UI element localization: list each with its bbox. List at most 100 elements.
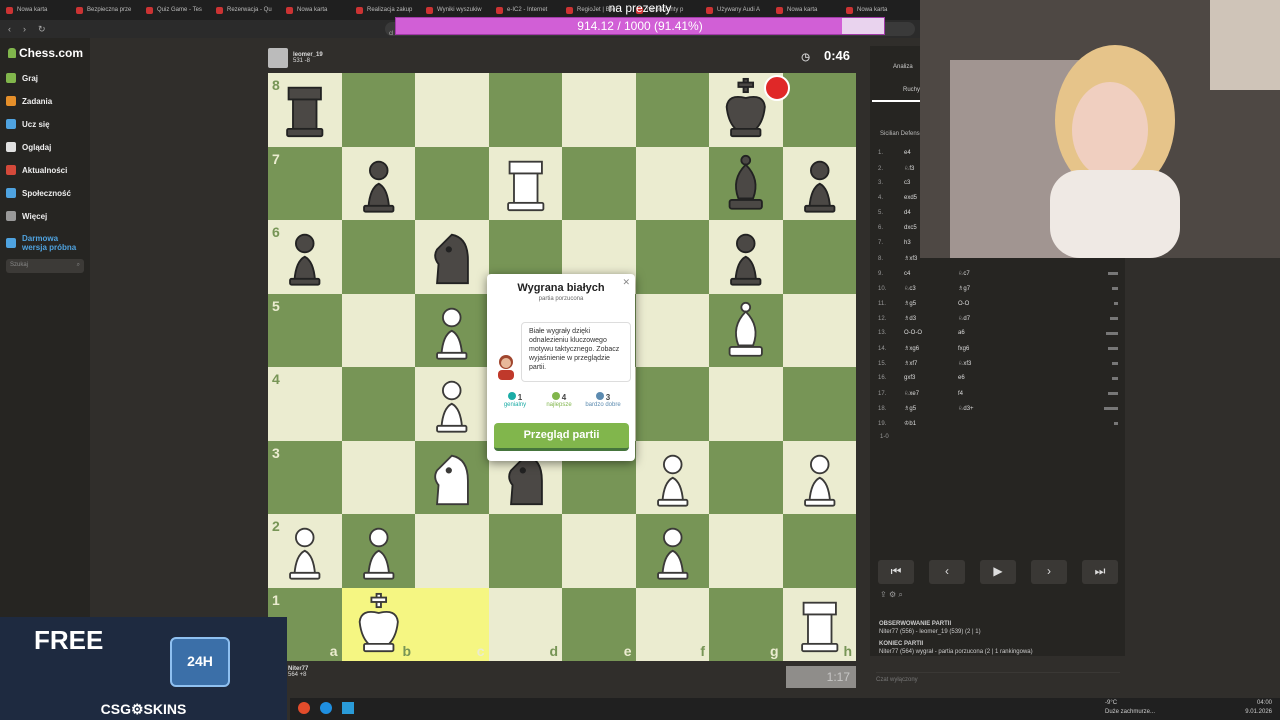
black-move[interactable]: ♘d3+ — [958, 405, 1008, 412]
square-g3[interactable] — [709, 440, 783, 514]
edge-taskbar-icon[interactable] — [320, 702, 332, 714]
white-rook-icon[interactable] — [489, 147, 563, 221]
sidebar-item-0[interactable]: Graj — [6, 73, 38, 83]
black-move[interactable]: ♘c7 — [958, 270, 1008, 277]
square-a6[interactable]: 6 — [268, 220, 342, 294]
browser-tab[interactable]: Nowa karta — [0, 0, 70, 20]
square-h2[interactable] — [782, 514, 856, 588]
square-c7[interactable] — [415, 146, 489, 220]
black-move[interactable]: ♘d7 — [958, 315, 1008, 322]
square-f6[interactable] — [635, 220, 709, 294]
forward-icon[interactable]: › — [23, 24, 26, 34]
square-d1[interactable]: d — [488, 587, 562, 661]
move-row[interactable]: 13. O-O-O a6 — [878, 330, 1118, 336]
white-pawn-icon[interactable] — [415, 294, 489, 368]
prev-move-button[interactable]: ‹ — [929, 560, 965, 584]
square-g4[interactable] — [709, 367, 783, 441]
white-rook-icon[interactable] — [783, 588, 857, 662]
black-pawn-icon[interactable] — [783, 147, 857, 221]
square-b3[interactable] — [341, 440, 415, 514]
play-button[interactable]: ▶ — [980, 560, 1016, 584]
white-king-icon[interactable] — [342, 588, 416, 662]
square-a8[interactable]: 8 — [268, 73, 342, 147]
square-c4[interactable] — [415, 367, 489, 441]
square-c3[interactable] — [415, 440, 489, 515]
search-input[interactable]: Szukaj ⌕ — [6, 259, 84, 273]
square-g2[interactable] — [709, 514, 783, 588]
move-row[interactable]: 10. ♘c3 ♗g7 — [878, 285, 1118, 292]
square-g1[interactable]: g — [709, 587, 783, 661]
sidebar-item-7[interactable]: Darmowa wersja próbna — [6, 234, 82, 252]
white-move[interactable]: ♗d3 — [904, 315, 958, 322]
white-move[interactable]: O-O-O — [904, 330, 958, 336]
square-a4[interactable]: 4 — [268, 367, 342, 441]
white-move[interactable]: ♔b1 — [904, 420, 958, 427]
white-bishop-icon[interactable] — [709, 294, 783, 368]
square-g6[interactable] — [709, 220, 783, 294]
white-move[interactable]: ♗xf7 — [904, 360, 958, 367]
black-move[interactable]: ♗g7 — [958, 285, 1008, 292]
notepad-taskbar-icon[interactable] — [342, 702, 354, 714]
back-icon[interactable]: ‹ — [8, 24, 11, 34]
first-move-button[interactable]: ⏮ — [878, 560, 914, 584]
square-f3[interactable] — [635, 440, 710, 515]
black-pawn-icon[interactable] — [342, 147, 416, 221]
square-f4[interactable] — [635, 367, 709, 441]
zoom-icon[interactable]: ⌕ — [898, 590, 902, 599]
sidebar-item-5[interactable]: Społeczność — [6, 188, 71, 198]
black-move[interactable]: e6 — [958, 375, 1008, 381]
share-icon[interactable]: ⇪ — [880, 590, 887, 599]
last-move-button[interactable]: ⏭ — [1082, 560, 1118, 584]
weather-temp[interactable]: -9°C — [1105, 700, 1117, 706]
browser-tab[interactable]: Nowa karta — [280, 0, 350, 20]
chess-logo[interactable]: Chess.com — [8, 46, 83, 60]
browser-tab[interactable]: Bezpieczna prze — [70, 0, 140, 20]
move-row[interactable]: 15. ♗xf7 ♘xf3 — [878, 360, 1118, 367]
square-h5[interactable] — [782, 293, 856, 367]
square-b8[interactable] — [341, 73, 415, 147]
square-d8[interactable] — [488, 73, 562, 147]
clock-time[interactable]: 04:00 — [1257, 700, 1272, 706]
square-e7[interactable] — [562, 146, 636, 220]
square-e1[interactable]: e — [562, 587, 636, 661]
white-knight-icon[interactable] — [415, 441, 489, 515]
square-c1[interactable]: c — [415, 587, 489, 661]
browser-tab[interactable]: Quiz Game - Tes — [140, 0, 210, 20]
black-move[interactable]: O-O — [958, 301, 1008, 307]
game-review-button[interactable]: Przegląd partii — [494, 423, 629, 451]
black-pawn-icon[interactable] — [709, 220, 783, 294]
move-row[interactable]: 16. gxf3 e6 — [878, 375, 1118, 381]
sidebar-item-3[interactable]: Oglądaj — [6, 142, 51, 152]
black-bishop-icon[interactable] — [709, 147, 783, 221]
square-e8[interactable] — [562, 73, 636, 147]
square-b4[interactable] — [341, 367, 415, 441]
white-move[interactable]: ♗g5 — [904, 405, 958, 412]
black-move[interactable]: fxg6 — [958, 346, 1008, 352]
square-f7[interactable] — [635, 146, 709, 220]
csgo-skins-ad[interactable]: FREE 24H CSG⚙SKINS — [0, 617, 287, 720]
browser-tab[interactable]: Rezerwacja - Qu — [210, 0, 280, 20]
square-a5[interactable]: 5 — [268, 293, 342, 367]
settings-icon[interactable]: ⚙ — [889, 590, 896, 599]
reload-icon[interactable]: ↻ — [38, 24, 46, 35]
square-d7[interactable] — [488, 146, 563, 221]
square-b6[interactable] — [341, 220, 415, 294]
white-pawn-icon[interactable] — [636, 441, 710, 515]
white-move[interactable]: ♗xg6 — [904, 345, 958, 352]
square-h6[interactable] — [782, 220, 856, 294]
move-row[interactable]: 12. ♗d3 ♘d7 — [878, 315, 1118, 322]
move-row[interactable]: 9. c4 ♘c7 — [878, 270, 1118, 277]
black-pawn-icon[interactable] — [268, 220, 342, 294]
white-move[interactable]: c4 — [904, 271, 958, 277]
square-h7[interactable] — [782, 146, 857, 221]
square-a3[interactable]: 3 — [268, 440, 342, 514]
sidebar-item-1[interactable]: Zadania — [6, 96, 52, 106]
square-c5[interactable] — [415, 293, 489, 368]
next-move-button[interactable]: › — [1031, 560, 1067, 584]
square-b7[interactable] — [341, 146, 416, 221]
square-a2[interactable]: 2 — [268, 514, 342, 588]
white-pawn-icon[interactable] — [415, 367, 489, 441]
chat-input[interactable]: Czat wyłączony — [876, 672, 1120, 686]
square-f8[interactable] — [635, 73, 709, 147]
black-move[interactable]: a6 — [958, 330, 1008, 336]
